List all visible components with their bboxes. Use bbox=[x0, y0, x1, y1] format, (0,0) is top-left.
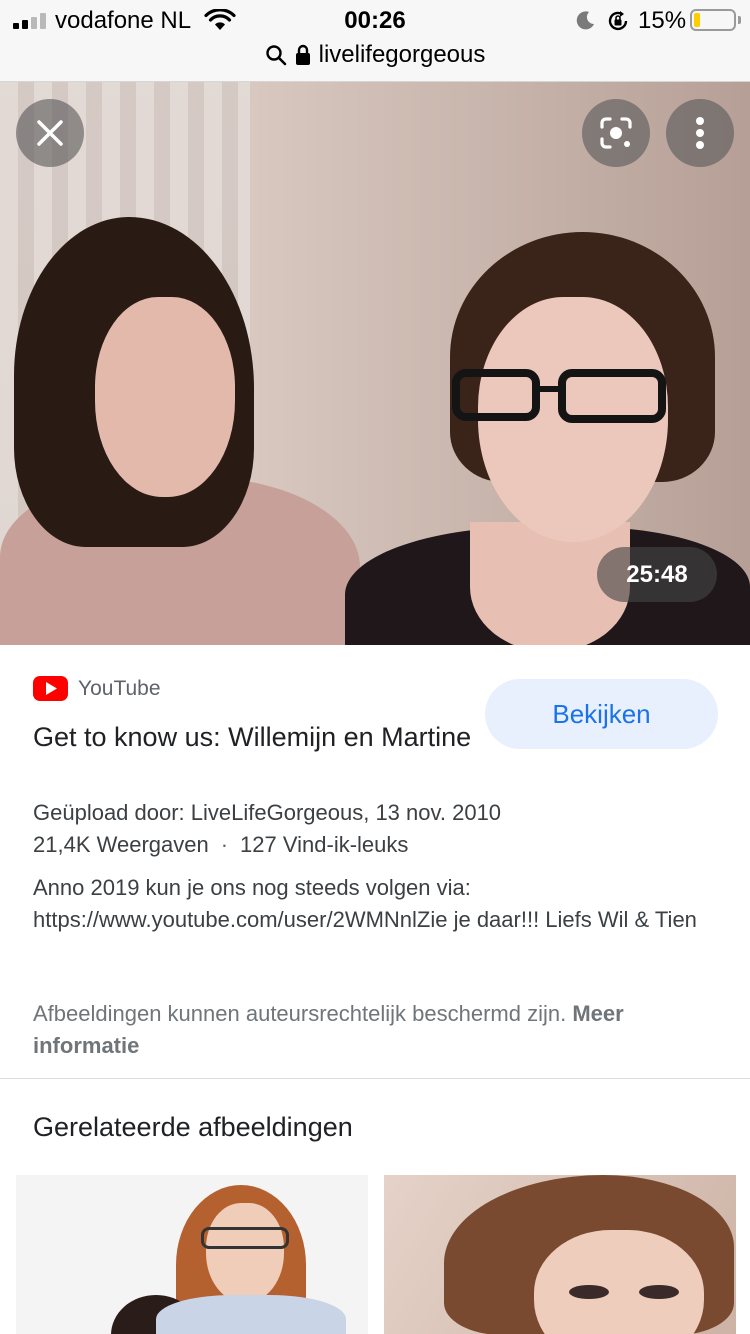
thumbnail-face bbox=[534, 1230, 704, 1334]
thumbnail-eye bbox=[569, 1285, 609, 1299]
source-name: YouTube bbox=[78, 676, 161, 700]
glasses bbox=[452, 369, 666, 423]
related-images-heading: Gerelateerde afbeeldingen bbox=[33, 1112, 353, 1142]
result-title[interactable]: Get to know us: Willemijn en Martine bbox=[33, 717, 473, 757]
search-icon bbox=[265, 45, 286, 66]
close-icon bbox=[37, 120, 63, 146]
copyright-notice: Afbeeldingen kunnen auteursrechtelijk be… bbox=[33, 998, 733, 1062]
source-row[interactable]: YouTube bbox=[33, 676, 161, 701]
youtube-logo-icon bbox=[33, 676, 68, 701]
copyright-text: Afbeeldingen kunnen auteursrechtelijk be… bbox=[33, 1001, 567, 1026]
battery-level bbox=[694, 13, 700, 27]
rotation-lock-icon bbox=[608, 11, 628, 31]
status-bar: vodafone NL 00:26 15% bbox=[0, 0, 750, 40]
url-bar[interactable]: livelifegorgeous bbox=[0, 40, 750, 82]
close-button[interactable] bbox=[16, 99, 84, 167]
thumbnail-glasses bbox=[201, 1227, 289, 1249]
upload-info: Geüpload door: LiveLifeGorgeous, 13 nov.… bbox=[33, 800, 502, 825]
like-count: 127 Vind-ik-leuks bbox=[240, 832, 409, 857]
view-count: 21,4K Weergaven bbox=[33, 832, 209, 857]
video-duration-badge: 25:48 bbox=[597, 547, 717, 602]
related-image-thumbnail[interactable] bbox=[384, 1175, 736, 1334]
thumbnail-eye bbox=[639, 1285, 679, 1299]
stats-row: 21,4K Weergaven · 127 Vind-ik-leuks bbox=[33, 832, 408, 858]
lens-button[interactable] bbox=[582, 99, 650, 167]
thumbnail-face bbox=[206, 1203, 284, 1303]
lock-icon bbox=[295, 44, 310, 65]
battery-icon bbox=[690, 9, 736, 31]
do-not-disturb-icon bbox=[576, 11, 594, 30]
url-domain: livelifegorgeous bbox=[318, 41, 486, 68]
result-description: Anno 2019 kun je ons nog steeds volgen v… bbox=[33, 875, 697, 932]
battery-percentage: 15% bbox=[638, 7, 687, 34]
battery-cap bbox=[738, 16, 741, 24]
more-options-button[interactable] bbox=[666, 99, 734, 167]
left-person-face bbox=[95, 297, 235, 497]
thumbnail-shirt bbox=[156, 1295, 346, 1334]
preview-image[interactable]: 25:48 bbox=[0, 82, 750, 645]
lens-icon bbox=[600, 117, 632, 149]
section-divider bbox=[0, 1078, 750, 1079]
related-image-thumbnail[interactable] bbox=[16, 1175, 368, 1334]
watch-button[interactable]: Bekijken bbox=[485, 679, 718, 749]
more-vert-icon bbox=[696, 117, 704, 149]
separator-dot: · bbox=[220, 832, 229, 857]
